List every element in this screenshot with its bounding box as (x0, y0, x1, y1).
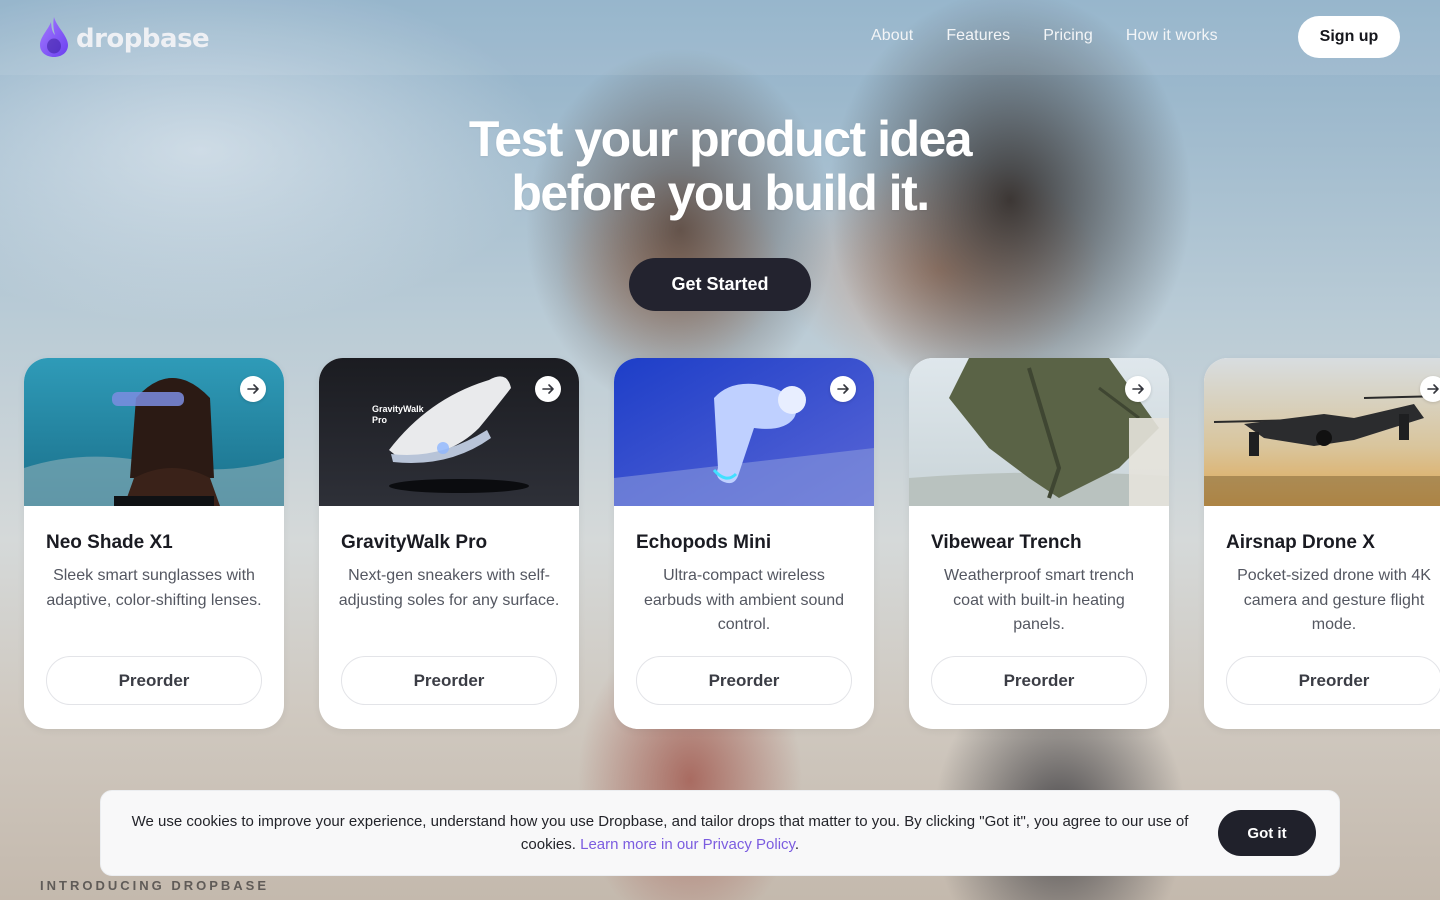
nav-link-about[interactable]: About (871, 27, 913, 45)
got-it-button[interactable]: Got it (1218, 810, 1316, 856)
card-title: Echopods Mini (636, 532, 772, 553)
nav-links: About Features Pricing How it works (871, 27, 1218, 45)
card-description: Sleek smart sunglasses with adaptive, co… (46, 567, 262, 609)
nav-link-features[interactable]: Features (946, 27, 1010, 45)
top-nav: dropbase About Features Pricing How it w… (0, 0, 1440, 75)
product-card-vibewear-trench[interactable]: Vibewear Trench Weatherproof smart trenc… (909, 358, 1169, 729)
hero-title-line-1: Test your product idea (468, 111, 973, 167)
get-started-button[interactable]: Get Started (629, 258, 811, 311)
card-title: Vibewear Trench (931, 532, 1082, 553)
arrow-right-icon[interactable] (535, 376, 561, 402)
sneaker-brand-text-line-2: Pro (372, 415, 388, 425)
brand-name: dropbase (76, 24, 210, 54)
nav-link-how-it-works[interactable]: How it works (1126, 27, 1218, 45)
hero-title-line-2: before you build it. (511, 165, 930, 221)
droplet-logo-icon (40, 17, 68, 57)
sign-up-button[interactable]: Sign up (1298, 16, 1400, 58)
arrow-right-icon[interactable] (240, 376, 266, 402)
cookie-banner: We use cookies to improve your experienc… (100, 790, 1340, 876)
cookie-message: We use cookies to improve your experienc… (131, 810, 1189, 856)
brand-logo[interactable]: dropbase (38, 16, 210, 58)
sneaker-brand-text-line-1: GravityWalk (372, 404, 425, 414)
card-description: Weatherproof smart trench coat with buil… (943, 567, 1134, 633)
hero-title: Test your product idea before you build … (0, 112, 1440, 220)
card-description: Ultra-compact wireless earbuds with ambi… (643, 567, 845, 633)
preorder-button[interactable]: Preorder (46, 656, 262, 705)
section-label: INTRODUCING DROPBASE (40, 878, 270, 893)
product-card-neo-shade-x1[interactable]: Neo Shade X1 Sleek smart sunglasses with… (24, 358, 284, 729)
product-image-drone (1204, 358, 1440, 506)
preorder-button[interactable]: Preorder (931, 656, 1147, 705)
card-description: Next-gen sneakers with self-adjusting so… (338, 567, 560, 609)
product-card-airsnap-drone-x[interactable]: Airsnap Drone X Pocket-sized drone with … (1204, 358, 1440, 729)
card-title: Airsnap Drone X (1226, 532, 1375, 553)
arrow-right-icon[interactable] (830, 376, 856, 402)
product-card-gravitywalk-pro[interactable]: GravityWalk Pro GravityWalk Pro Next-gen… (319, 358, 579, 729)
preorder-button[interactable]: Preorder (1226, 656, 1440, 705)
product-card-echopods-mini[interactable]: Echopods Mini Ultra-compact wireless ear… (614, 358, 874, 729)
nav-link-pricing[interactable]: Pricing (1043, 27, 1093, 45)
card-description: Pocket-sized drone with 4K camera and ge… (1237, 567, 1431, 633)
preorder-button[interactable]: Preorder (341, 656, 557, 705)
preorder-button[interactable]: Preorder (636, 656, 852, 705)
privacy-policy-link[interactable]: Learn more in our Privacy Policy (580, 836, 795, 853)
card-title: GravityWalk Pro (341, 532, 488, 553)
arrow-right-icon[interactable] (1125, 376, 1151, 402)
arrow-right-icon[interactable] (1420, 376, 1440, 402)
card-title: Neo Shade X1 (46, 532, 173, 553)
cookie-trailing-period: . (794, 836, 800, 853)
